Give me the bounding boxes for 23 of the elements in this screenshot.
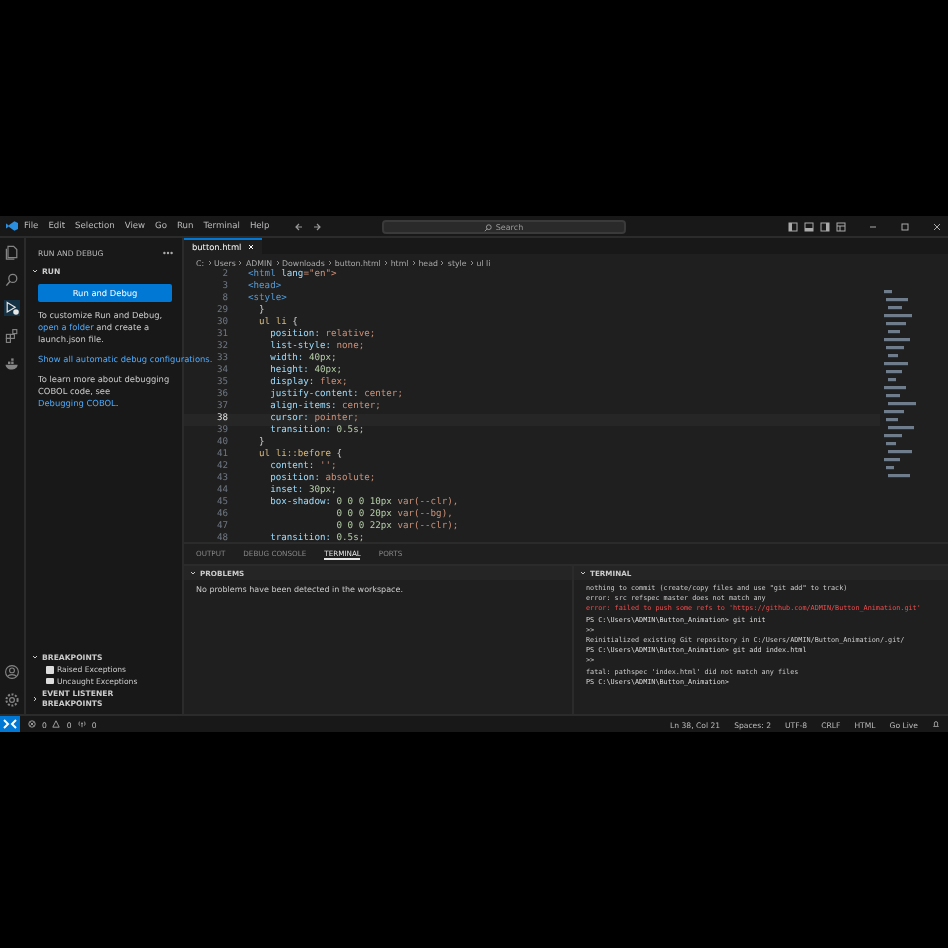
app-logo-icon <box>6 220 18 232</box>
settings-icon[interactable] <box>4 692 20 708</box>
error-icon[interactable] <box>28 720 36 728</box>
antenna-icon[interactable] <box>77 720 86 728</box>
remote-icon[interactable] <box>0 716 20 732</box>
checkbox[interactable] <box>46 677 53 684</box>
minimize-icon[interactable] <box>868 221 878 231</box>
account-icon[interactable] <box>4 664 20 680</box>
back-arrow-icon[interactable] <box>293 221 304 231</box>
checkbox[interactable] <box>46 666 53 673</box>
play-bug-icon[interactable] <box>4 300 20 316</box>
files-icon[interactable] <box>4 244 20 260</box>
search-icon <box>483 223 492 231</box>
more-icon[interactable] <box>162 250 174 256</box>
bell-icon[interactable] <box>932 720 940 728</box>
whale-icon[interactable] <box>4 356 20 372</box>
extensions-icon[interactable] <box>4 328 20 344</box>
forward-arrow-icon[interactable] <box>311 221 322 231</box>
maximize-icon[interactable] <box>900 221 910 231</box>
search-icon[interactable] <box>4 272 20 288</box>
warning-icon[interactable] <box>52 720 61 728</box>
close-icon[interactable] <box>932 221 942 231</box>
layout-icon[interactable] <box>836 221 846 231</box>
